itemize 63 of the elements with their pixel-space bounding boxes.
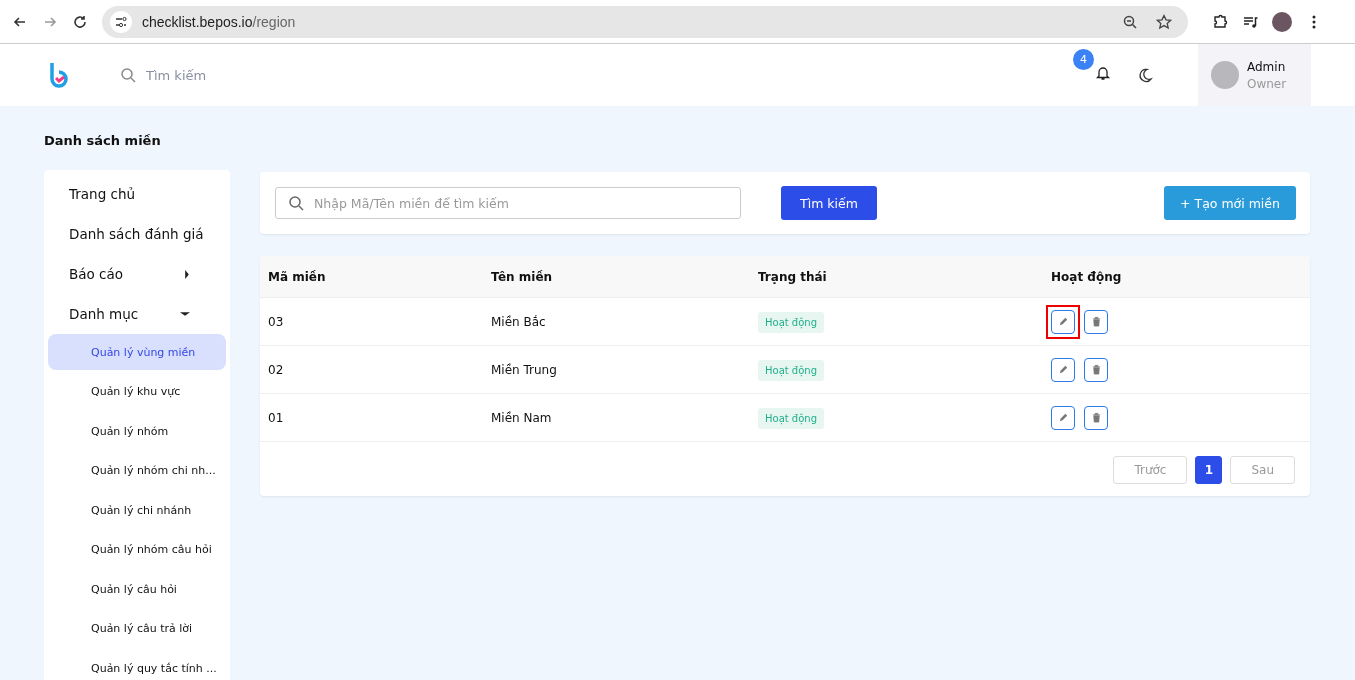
site-settings-icon[interactable] (110, 10, 132, 33)
puzzle-icon[interactable] (1212, 13, 1228, 30)
trash-icon (1090, 364, 1102, 375)
column-header: Mã miền (268, 269, 327, 284)
star-icon[interactable] (1156, 13, 1172, 30)
column-header: Trạng thái (758, 269, 828, 284)
submenu-item[interactable]: Quản lý nhóm chi nh... (48, 452, 226, 489)
submenu-item[interactable]: Quản lý nhóm câu hỏi (48, 531, 226, 568)
submenu-item[interactable]: Quản lý vùng miền (48, 334, 226, 370)
search-icon (120, 67, 136, 83)
sidebar-item[interactable]: Báo cáo (48, 254, 226, 294)
search-field[interactable]: Nhập Mã/Tên miền để tìm kiếm (275, 187, 741, 219)
reload-icon[interactable] (72, 13, 88, 30)
column-header: Hoạt động (1051, 269, 1122, 284)
trash-icon (1090, 412, 1102, 423)
sidebar-item[interactable]: Danh sách đánh giá (48, 214, 226, 254)
status-badge: Hoạt động (758, 359, 825, 381)
page-number-button[interactable]: 1 (1195, 456, 1223, 484)
delete-button[interactable] (1084, 357, 1108, 382)
notification-count: 4 (1073, 49, 1094, 70)
edit-button[interactable] (1051, 405, 1075, 430)
user-name: Admin (1247, 59, 1287, 74)
table-cell-text: Miền Trung (491, 362, 558, 377)
search-button[interactable]: Tìm kiếm (781, 186, 877, 220)
pencil-icon (1057, 412, 1069, 423)
table-cell-text: 02 (268, 362, 285, 377)
column-header: Tên miền (491, 269, 554, 284)
submenu-item[interactable]: Quản lý khu vực (48, 373, 226, 410)
delete-button[interactable] (1084, 405, 1108, 430)
sidebar-label: Báo cáo (69, 266, 124, 282)
bell-icon[interactable] (1095, 65, 1111, 81)
sidebar-item[interactable]: Danh mục (48, 294, 226, 334)
table-cell-text: 03 (268, 314, 285, 329)
pencil-icon (1057, 364, 1069, 375)
submenu-item[interactable]: Quản lý câu trả lời (48, 610, 226, 647)
sidebar-item[interactable]: Trang chủ (48, 174, 226, 214)
table-cell-text: Miền Nam (491, 410, 553, 425)
user-role: Owner (1247, 76, 1287, 91)
submenu-item[interactable]: Quản lý nhóm (48, 413, 226, 449)
pencil-icon (1057, 316, 1069, 327)
search-field[interactable]: Tìm kiếm (144, 66, 288, 84)
page-title: Danh sách miền (44, 133, 162, 148)
submenu-item[interactable]: Quản lý quy tắc tính ... (48, 650, 226, 680)
zoom-icon[interactable] (1122, 13, 1138, 30)
status-badge: Hoạt động (758, 311, 825, 333)
table-cell-text: 01 (268, 410, 285, 425)
sidebar-label: Trang chủ (69, 186, 136, 202)
address-bar[interactable]: checklist.bepos.io/region (102, 5, 1188, 38)
status-badge: Hoạt động (758, 407, 825, 429)
logo-icon[interactable] (48, 61, 68, 89)
search-icon (288, 195, 304, 211)
profile-avatar[interactable] (1272, 11, 1292, 32)
user-menu[interactable]: Admin Owner (1198, 44, 1311, 106)
table-cell-text: Miền Bắc (491, 314, 547, 329)
edit-button[interactable] (1051, 357, 1075, 382)
avatar-placeholder (1211, 61, 1239, 89)
moon-icon[interactable] (1137, 67, 1153, 83)
sidebar-label: Danh sách đánh giá (69, 226, 204, 242)
sidebar-label: Danh mục (69, 306, 139, 322)
trash-icon (1090, 316, 1102, 327)
submenu-item[interactable]: Quản lý chi nhánh (48, 492, 226, 528)
submenu-item[interactable]: Quản lý câu hỏi (48, 571, 226, 607)
delete-button[interactable] (1084, 309, 1108, 334)
